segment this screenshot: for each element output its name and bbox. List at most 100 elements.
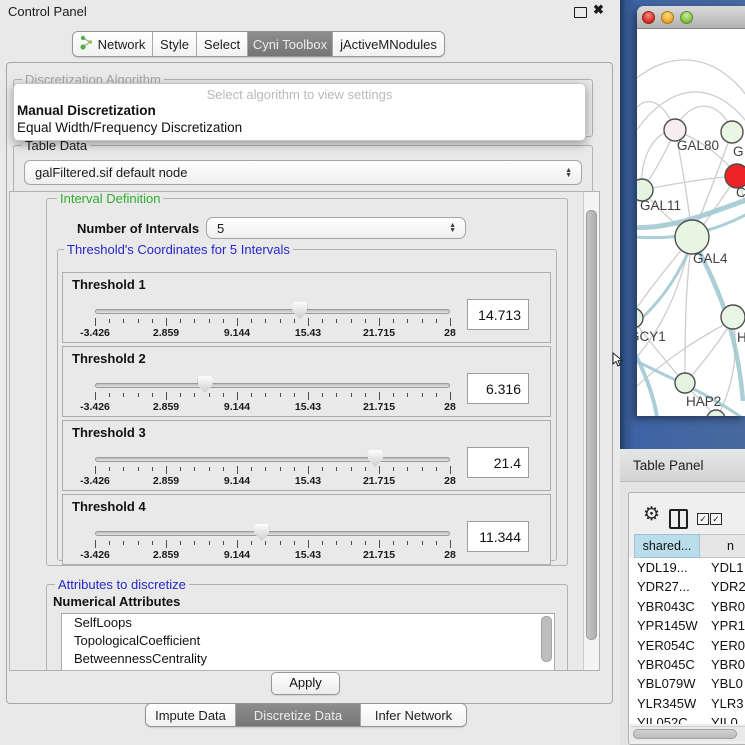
close-icon[interactable]: ✖ — [593, 2, 604, 18]
panel-vscrollbar-thumb[interactable] — [586, 210, 597, 640]
slider-tick-label: 15.43 — [280, 327, 336, 339]
threshold-value-field[interactable]: 11.344 — [467, 521, 529, 552]
slider-tick — [109, 467, 110, 471]
attributes-listbox[interactable]: SelfLoopsTopologicalCoefficientBetweenne… — [61, 613, 555, 671]
network-canvas[interactable]: GAL80GCGAL11GAL4GCY1HHAP2 — [637, 29, 745, 416]
tab-discretize-data[interactable]: Discretize Data — [236, 704, 361, 726]
table-row[interactable]: YBL079WYBL0 — [629, 674, 745, 693]
slider-tick — [393, 467, 394, 471]
popup-placeholder: Select algorithm to view settings — [14, 87, 585, 102]
cell-shared-name: YIL052C — [637, 715, 688, 724]
tab-label: Select — [204, 37, 240, 52]
top-tab-bar: Network Style Select Cyni Toolbox jActiv… — [72, 31, 445, 57]
tab-infer-network[interactable]: Infer Network — [361, 704, 466, 726]
cell-shared-name: YER054C — [637, 638, 695, 653]
popup-item-manual-discretization[interactable]: Manual Discretization — [14, 102, 585, 119]
table-row[interactable]: YDL19...YDL1 — [629, 558, 745, 577]
network-window-titlebar[interactable] — [637, 6, 745, 29]
network-edge-highlighted[interactable] — [637, 241, 693, 331]
slider-tick-label: 21.715 — [351, 401, 407, 413]
slider-tick — [166, 540, 167, 548]
column-header-name[interactable]: n — [700, 534, 745, 558]
checkbox-checked-icon[interactable]: ✓ — [697, 513, 709, 525]
table-row[interactable]: YER054CYER0 — [629, 636, 745, 655]
attribute-list-item[interactable]: BetweennessCentrality — [62, 650, 554, 668]
network-node[interactable] — [721, 121, 743, 143]
slider-tick — [280, 393, 281, 397]
minimize-traffic-light-icon[interactable] — [661, 11, 674, 24]
slider-tick — [109, 319, 110, 323]
popup-item-equal-width-frequency[interactable]: Equal Width/Frequency Discretization — [14, 119, 585, 136]
network-node[interactable] — [721, 305, 745, 329]
network-node[interactable] — [675, 220, 709, 254]
column-header-shared[interactable]: shared... — [634, 534, 700, 558]
tab-impute-data[interactable]: Impute Data — [146, 704, 236, 726]
network-edge[interactable] — [642, 176, 735, 190]
apply-button[interactable]: Apply — [271, 672, 340, 695]
num-intervals-combo[interactable]: 5 ▲▼ — [206, 217, 466, 239]
float-window-icon[interactable] — [574, 7, 587, 18]
slider-thumb[interactable] — [368, 450, 383, 467]
slider-track[interactable] — [95, 531, 450, 536]
close-traffic-light-icon[interactable] — [642, 11, 655, 24]
cell-shared-name: YLR345W — [637, 696, 696, 711]
table-row[interactable]: YIL052CYIL0 — [629, 713, 745, 724]
column-layout-icon[interactable] — [669, 509, 688, 529]
checkbox-checked-icon[interactable]: ✓ — [710, 513, 722, 525]
slider-tick — [237, 318, 238, 326]
slider-tick-label: 21.715 — [351, 327, 407, 339]
attribute-list-item[interactable]: TopologicalCoefficient — [62, 632, 554, 650]
slider-tick — [379, 466, 380, 474]
threshold-label: Threshold 1 — [72, 277, 146, 292]
slider-tick-label: 9.144 — [209, 327, 265, 339]
tab-jactivemnodules[interactable]: jActiveMNodules — [333, 32, 444, 56]
slider-track[interactable] — [95, 309, 450, 314]
slider-tick-label: 15.43 — [280, 475, 336, 487]
tab-select[interactable]: Select — [197, 32, 248, 56]
panel-vscrollbar[interactable] — [583, 192, 599, 670]
slider-tick — [251, 393, 252, 397]
slider-tick — [351, 319, 352, 323]
threshold-value-field[interactable]: 21.4 — [467, 447, 529, 478]
table-row[interactable]: YPR145WYPR1 — [629, 616, 745, 635]
network-node-label: H — [737, 330, 745, 345]
app-root: Control Panel ✖ Network Style Select Cyn… — [0, 0, 745, 745]
network-node[interactable] — [637, 308, 643, 328]
settings-scroll-area: Interval Definition Number of Intervals … — [9, 191, 600, 671]
slider-tick — [294, 541, 295, 545]
list-scrollbar-thumb[interactable] — [541, 616, 552, 662]
table-row[interactable]: YLR345WYLR3 — [629, 694, 745, 713]
settings-gear-icon[interactable]: ⚙ — [643, 505, 660, 524]
zoom-traffic-light-icon[interactable] — [680, 11, 693, 24]
tab-label: Network — [98, 37, 146, 52]
slider-track[interactable] — [95, 383, 450, 388]
slider-tick — [237, 540, 238, 548]
slider-tick — [450, 392, 451, 400]
network-edge[interactable] — [637, 60, 745, 99]
slider-tick — [436, 393, 437, 397]
attribute-list-item[interactable]: SelfLoops — [62, 614, 554, 632]
slider-track[interactable] — [95, 457, 450, 462]
slider-thumb[interactable] — [254, 524, 269, 541]
table-row[interactable]: YBR043CYBR0 — [629, 597, 745, 616]
table-panel-body: ⚙ ✓ ✓ shared... n YDL19...YDL1YDR27...YD… — [620, 482, 745, 745]
tab-cyni-toolbox[interactable]: Cyni Toolbox — [248, 32, 333, 56]
slider-thumb[interactable] — [198, 376, 213, 393]
threshold-box: Threshold 1-3.4262.8599.14415.4321.71528… — [62, 272, 551, 343]
threshold-value-field[interactable]: 14.713 — [467, 299, 529, 330]
table-row[interactable]: YDR27...YDR2 — [629, 577, 745, 596]
slider-tick — [265, 467, 266, 471]
table-row[interactable]: YBR045CYBR0 — [629, 655, 745, 674]
table-hscrollbar-thumb[interactable] — [633, 729, 737, 739]
slider-tick — [180, 467, 181, 471]
slider-thumb[interactable] — [292, 302, 307, 319]
network-edge[interactable] — [687, 319, 733, 381]
tab-network[interactable]: Network — [73, 32, 153, 56]
table-data-combo[interactable]: galFiltered.sif default node ▲▼ — [24, 160, 582, 185]
slider-tick — [166, 318, 167, 326]
tab-style[interactable]: Style — [153, 32, 197, 56]
control-panel-titlebar: Control Panel ✖ — [0, 0, 620, 22]
threshold-value-field[interactable]: 6.316 — [467, 373, 529, 404]
network-node[interactable] — [675, 373, 695, 393]
table-hscrollbar[interactable] — [631, 726, 745, 741]
